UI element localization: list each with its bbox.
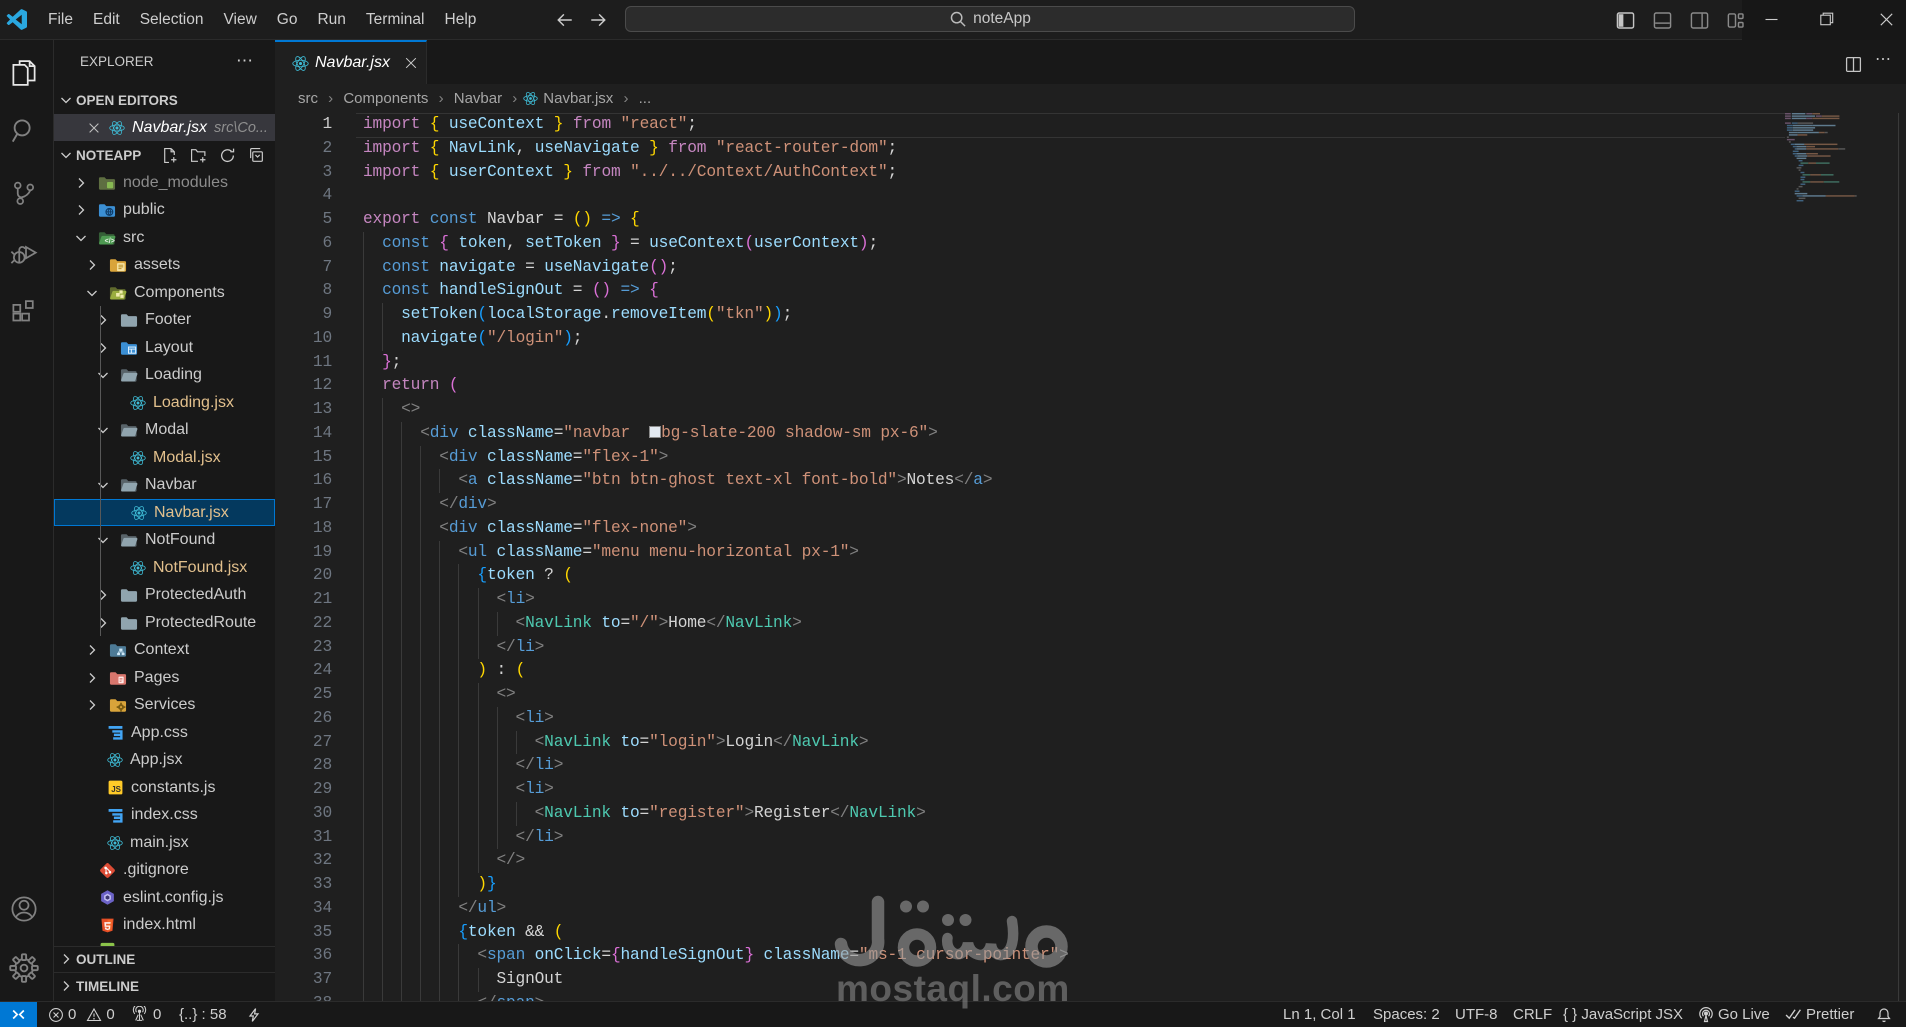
svg-text:JS: JS [111, 785, 121, 794]
svg-text:</>: </> [105, 237, 115, 245]
